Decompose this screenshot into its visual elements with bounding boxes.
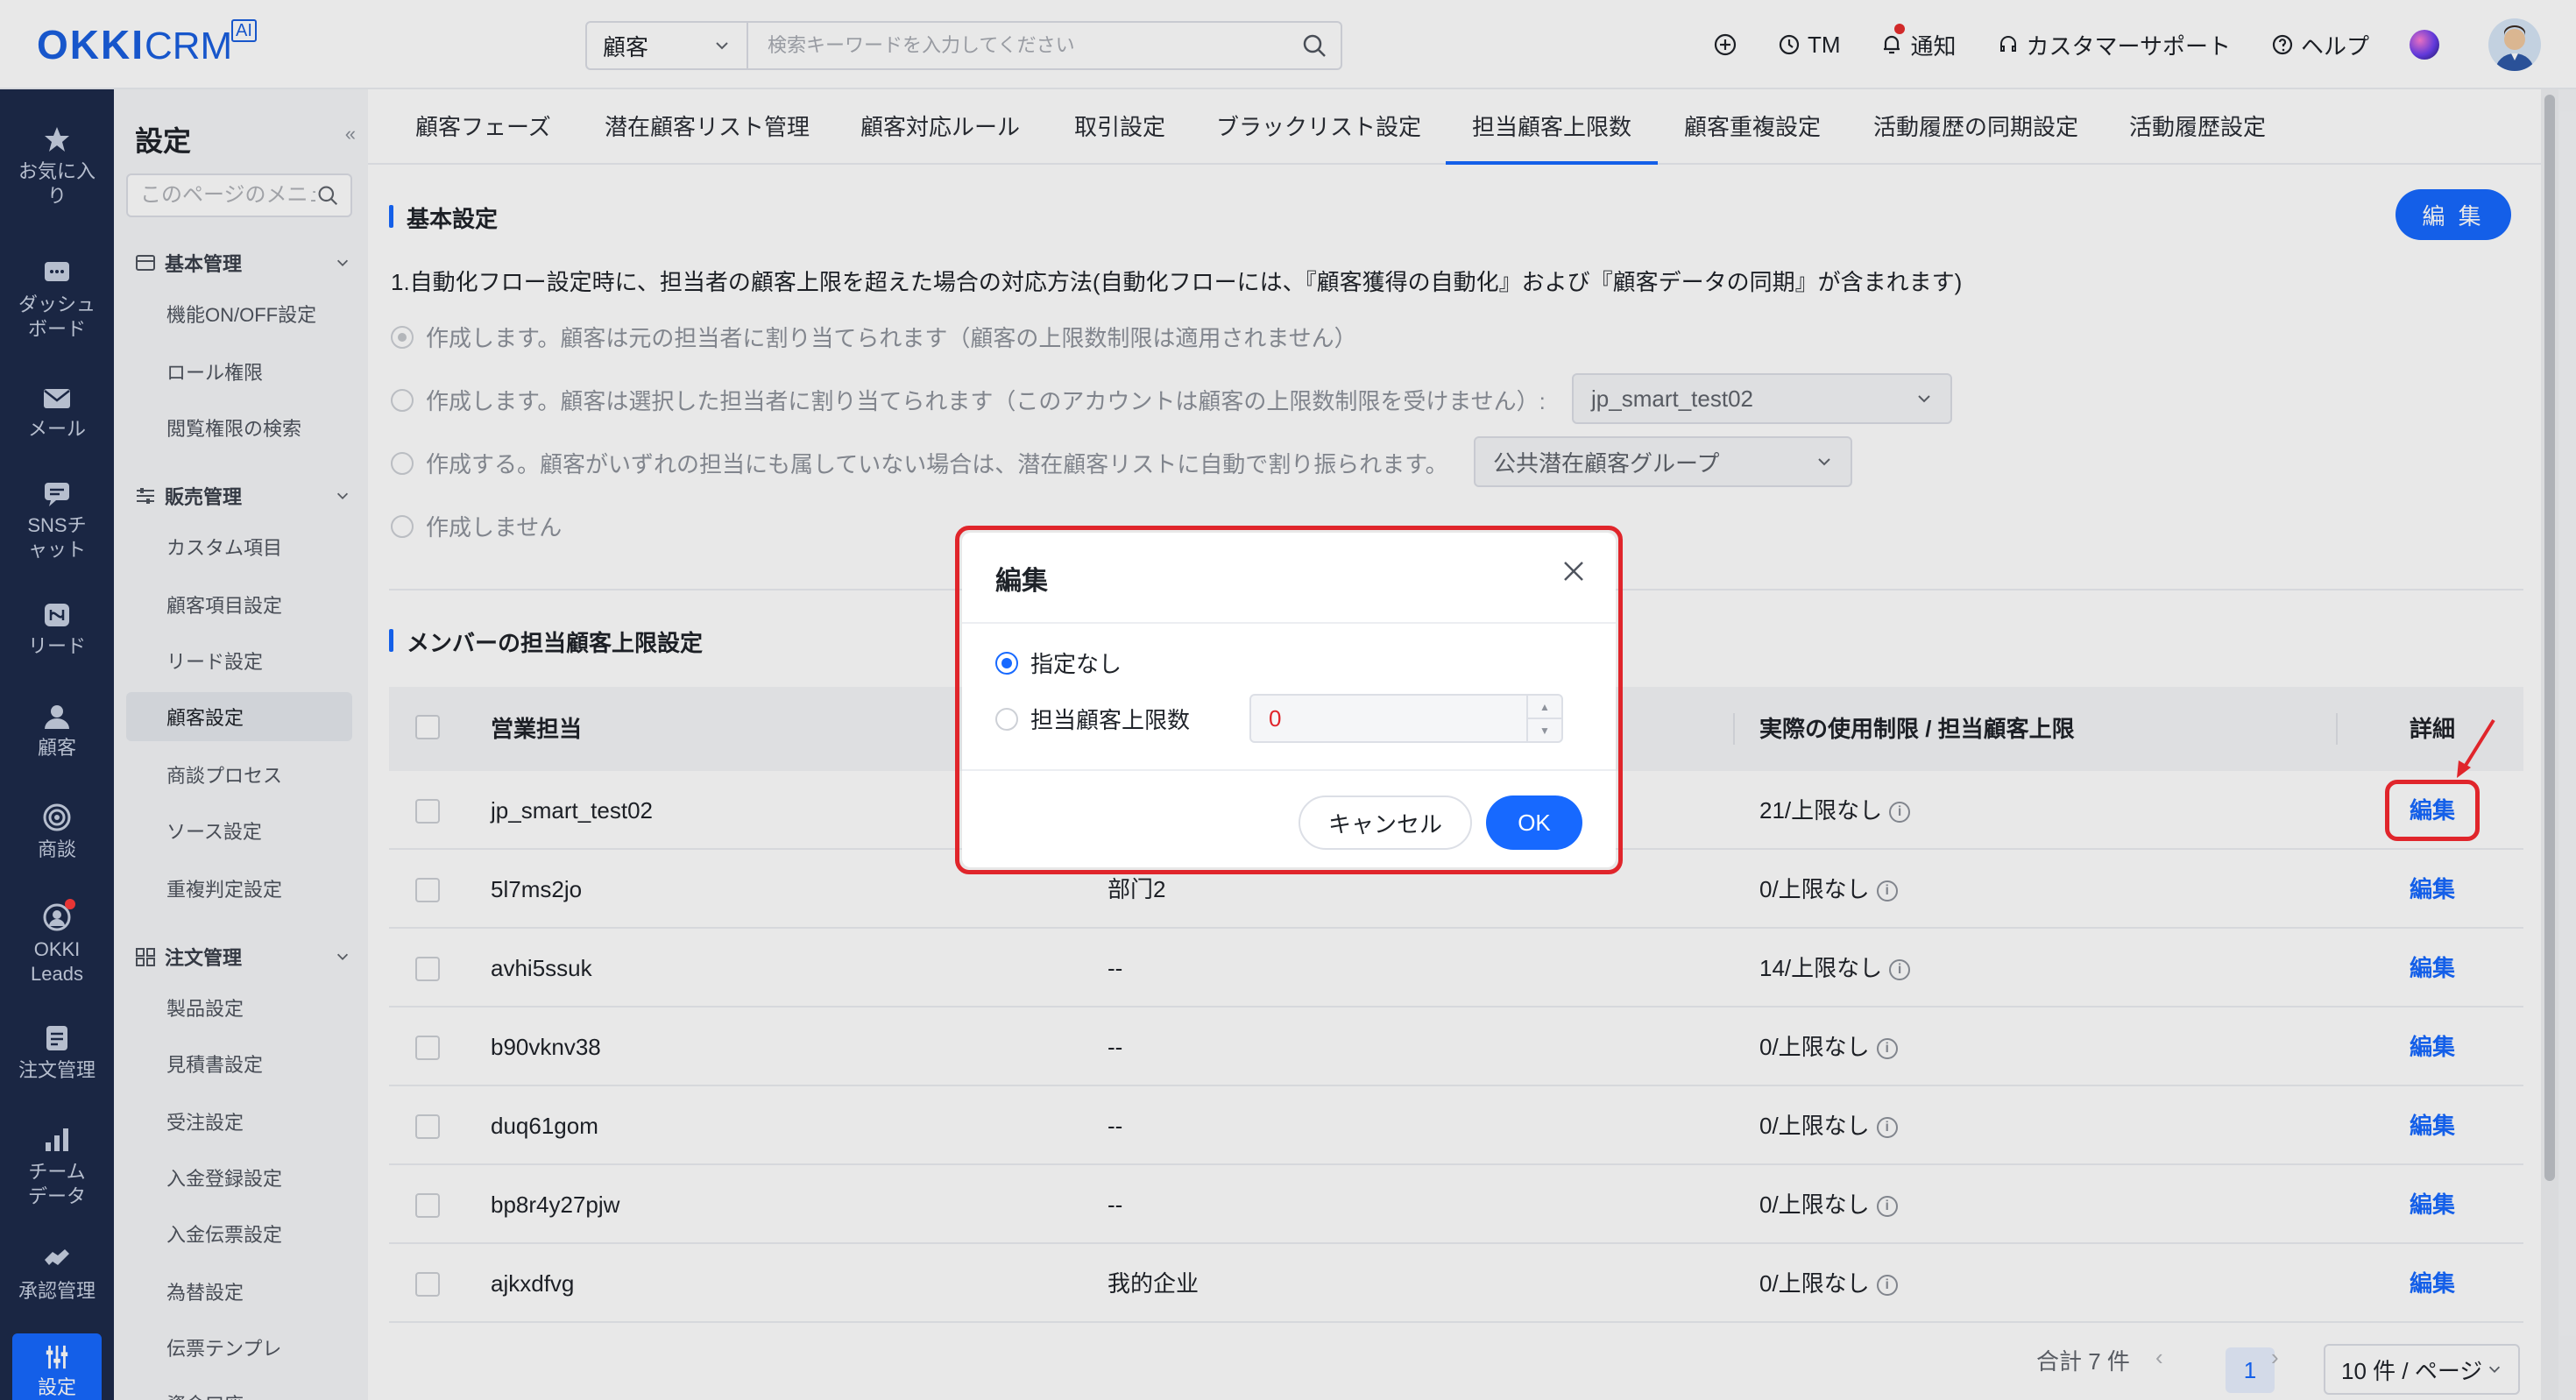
limit-number-input[interactable]: 0 ▲ ▼ <box>1249 694 1563 743</box>
annotation-highlight-box <box>2385 780 2480 841</box>
stepper-up-button[interactable]: ▲ <box>1528 696 1561 719</box>
radio-no-limit[interactable] <box>995 651 1018 675</box>
annotation-arrow-icon <box>2457 718 2495 778</box>
close-icon <box>1564 562 1583 581</box>
dialog-title: 編集 <box>995 567 1048 596</box>
option-limit-count-label: 担当顧客上限数 <box>1030 707 1191 733</box>
edit-limit-dialog: 編集 指定なし 担当顧客上限数 0 ▲ ▼ キャンセル OK <box>962 533 1616 867</box>
cancel-button[interactable]: キャンセル <box>1299 795 1472 850</box>
stepper-down-button[interactable]: ▼ <box>1528 719 1561 741</box>
option-limit-count[interactable]: 担当顧客上限数 <box>995 703 1190 735</box>
option-no-limit[interactable]: 指定なし <box>995 647 1122 679</box>
option-no-limit-label: 指定なし <box>1030 651 1122 677</box>
limit-number-value[interactable]: 0 <box>1251 705 1526 732</box>
ok-button[interactable]: OK <box>1486 795 1582 850</box>
number-stepper: ▲ ▼ <box>1526 696 1561 741</box>
dialog-footer-divider <box>962 769 1616 771</box>
dialog-close-button[interactable] <box>1561 559 1586 588</box>
dialog-header-divider <box>962 622 1616 624</box>
radio-limit-count[interactable] <box>995 707 1018 731</box>
